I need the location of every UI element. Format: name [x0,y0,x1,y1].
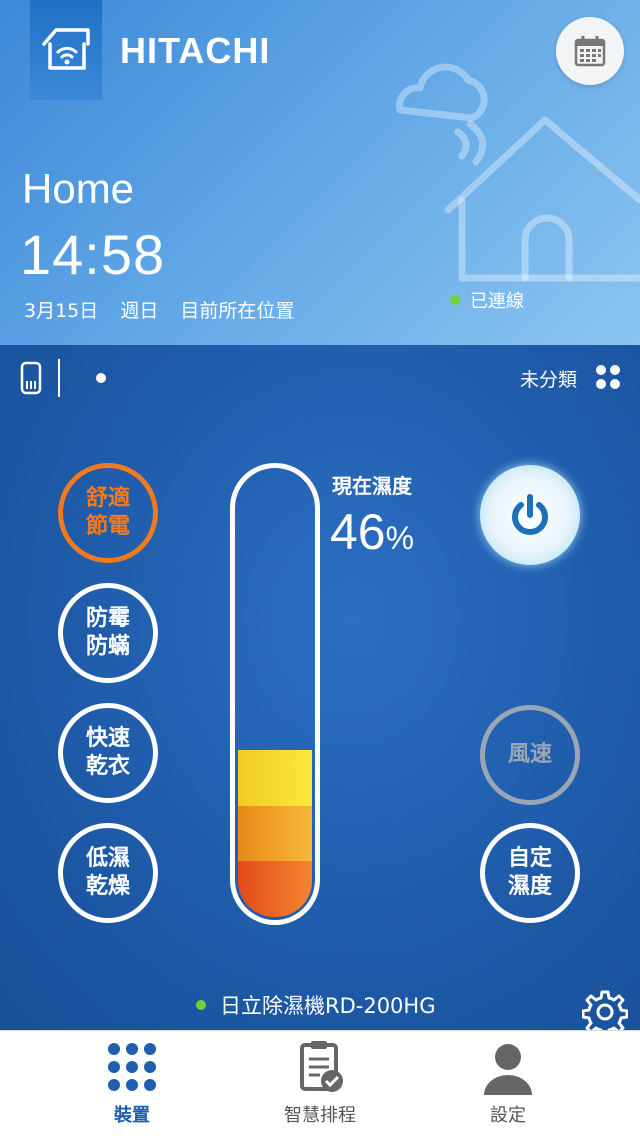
nav-item-settings[interactable]: 設定 [428,1039,588,1127]
date-row: 3月15日 週日 目前所在位置 [24,296,310,323]
brand-name: HITACHI [120,30,271,71]
clock-time: 14:58 [20,223,166,286]
mode-anti-mold-mite-button[interactable]: 防霉防蟎 [58,583,158,683]
home-title: Home [22,165,135,212]
nav-item-smart-schedule[interactable]: 智慧排程 [240,1039,400,1127]
nav-label: 裝置 [114,1105,150,1126]
fan-speed-button[interactable]: 風速 [480,705,580,805]
nav-label: 智慧排程 [284,1105,356,1126]
humidity-unit: % [385,520,415,556]
connection-status: 已連線 [450,287,524,313]
smart-home-wifi-icon [42,28,90,70]
page-indicator-dot [96,373,106,383]
mode-low-humidity-dry-button[interactable]: 低濕乾燥 [58,823,158,923]
humidity-label: 現在濕度 [332,474,412,498]
clipboard-check-icon [300,1041,343,1092]
status-dot-icon [450,295,460,305]
gauge-segment-mid [238,805,312,862]
power-button[interactable] [480,465,580,565]
gear-icon[interactable] [582,989,628,1035]
device-status-dot-icon [196,1000,206,1010]
user-icon [484,1044,532,1095]
gauge-segment-high [238,750,312,806]
custom-humidity-button[interactable]: 自定濕度 [480,823,580,923]
humidity-gauge-fill [238,750,312,917]
humidity-value: 46% [330,503,414,561]
connection-label: 已連線 [470,291,524,312]
date: 3月15日 [24,300,99,322]
location: 目前所在位置 [180,300,295,322]
fan-speed-label: 風速 [507,742,552,767]
mode-label: 快速乾衣 [85,726,130,779]
dots-grid-icon [108,1043,156,1091]
device-name-row: 日立除濕機RD-200HG [196,990,436,1020]
mode-label: 防霉防蟎 [85,606,130,659]
humidity-gauge [230,463,320,925]
calendar-icon [574,36,606,67]
device-name: 日立除濕機RD-200HG [220,994,436,1018]
dehumidifier-icon[interactable] [20,361,42,395]
gauge-segment-low [238,861,312,917]
nav-label: 設定 [490,1105,526,1126]
mode-comfort-energy-button[interactable]: 舒適節電 [58,463,158,563]
panel-top-bar [20,359,106,397]
header: HITACHI Home 14:58 3月15日 週日 目前所在位置 已連線 [0,0,640,345]
house-cloud-decoration [396,63,640,282]
custom-humidity-label: 自定濕度 [507,846,552,899]
power-icon [512,494,548,535]
calendar-button[interactable] [556,17,624,85]
mode-label: 舒適節電 [85,486,130,539]
humidity-number: 46 [330,504,386,560]
device-panel: 未分類 舒適節電 防霉防蟎 快速乾衣 低濕乾燥 現在濕度 46% 風速 自定濕度 [0,345,640,1035]
grid-view-icon[interactable] [594,363,622,391]
bottom-nav: 裝置 智慧排程 設定 [0,1030,640,1136]
mode-label: 低濕乾燥 [85,846,130,899]
weekday: 週日 [120,300,159,322]
divider [58,359,60,397]
category-label[interactable]: 未分類 [520,365,577,392]
mode-fast-dry-clothes-button[interactable]: 快速乾衣 [58,703,158,803]
nav-item-devices[interactable]: 裝置 [52,1039,212,1127]
